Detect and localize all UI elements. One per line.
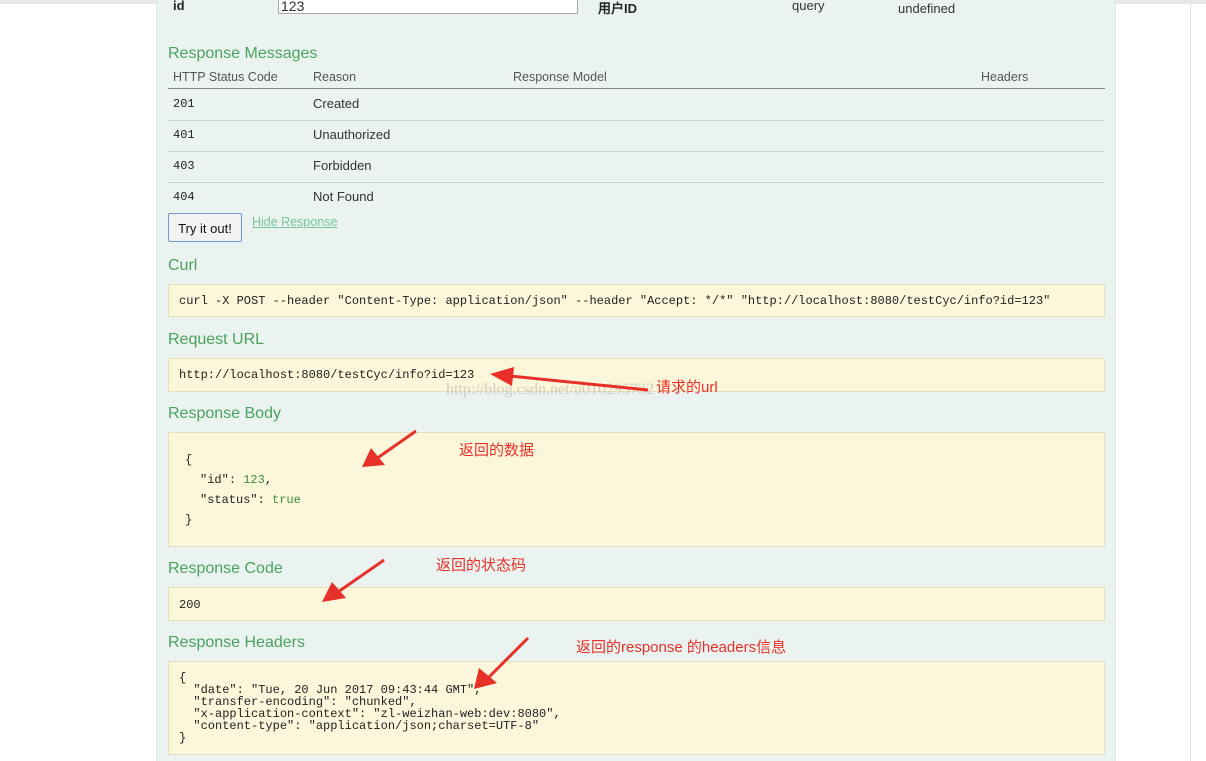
arrow-url-shaft (509, 374, 649, 392)
arrow-code-shaft (337, 558, 385, 594)
arrow-body-head (362, 448, 385, 467)
annotation-body: 返回的数据 (459, 442, 535, 459)
annotation-code: 返回的状态码 (436, 557, 527, 574)
arrow-headers-shaft (486, 636, 530, 680)
arrow-url-head (490, 367, 514, 386)
arrow-body-shaft (375, 429, 417, 461)
annotation-headers: 返回的response 的headers信息 (576, 639, 787, 656)
annotation-url: 请求的url (656, 379, 718, 396)
arrow-code-head (322, 582, 346, 602)
